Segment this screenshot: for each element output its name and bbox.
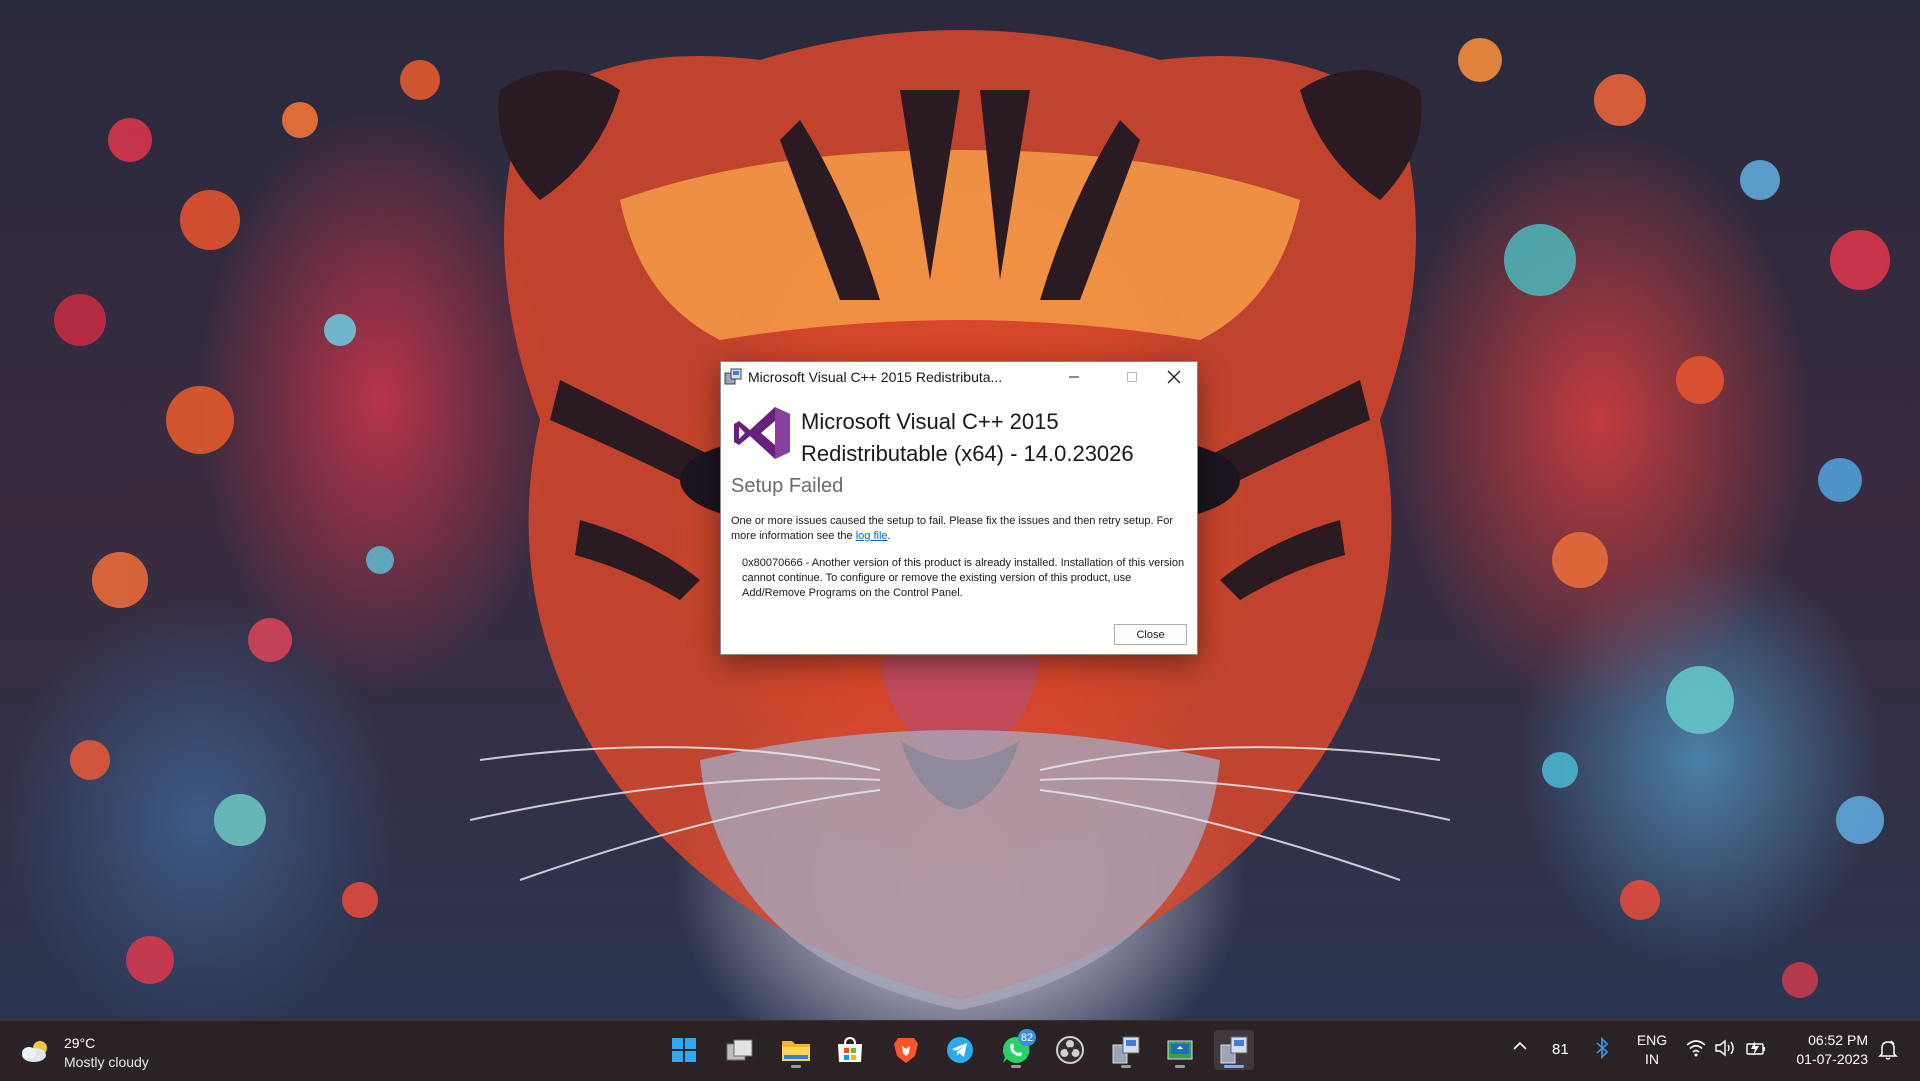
setup-failed-dialog: Microsoft Visual C++ 2015 Redistributa..… [720, 361, 1198, 655]
windows-logo-icon [672, 1038, 696, 1062]
brave-icon [894, 1038, 918, 1063]
running-indicator [1011, 1065, 1021, 1068]
system-clock[interactable]: 06:52 PM 01-07-2023 [1780, 1031, 1868, 1069]
start-button[interactable] [664, 1030, 704, 1070]
task-view-icon [726, 1039, 753, 1061]
close-button[interactable]: Close [1114, 624, 1187, 645]
obs-icon [1056, 1036, 1084, 1064]
minimize-icon [1069, 376, 1079, 378]
chevron-up-icon[interactable] [1512, 1038, 1528, 1054]
maximize-icon [1127, 372, 1137, 382]
running-indicator [1175, 1065, 1185, 1068]
brave-browser-button[interactable] [886, 1030, 926, 1070]
store-icon [838, 1036, 862, 1062]
volume-icon[interactable] [1714, 1039, 1736, 1057]
installer-icon [1220, 1036, 1248, 1064]
telegram-button[interactable] [940, 1030, 980, 1070]
log-file-link[interactable]: log file [856, 530, 888, 542]
language-indicator[interactable]: ENG IN [1636, 1031, 1668, 1069]
failure-info-text: One or more issues caused the setup to f… [731, 514, 1191, 544]
weather-condition: Mostly cloudy [64, 1054, 149, 1070]
failure-info-message: One or more issues caused the setup to f… [731, 515, 1174, 542]
running-indicator [791, 1065, 801, 1068]
bluetooth-icon[interactable] [1594, 1037, 1610, 1059]
clock-time: 06:52 PM [1808, 1032, 1868, 1048]
task-view-button[interactable] [720, 1030, 760, 1070]
weather-temperature: 29°C [64, 1035, 96, 1051]
installer-app-icon [724, 368, 742, 385]
failure-info-suffix: . [887, 530, 891, 542]
language-region: IN [1645, 1051, 1659, 1067]
folder-icon [782, 1041, 810, 1061]
battery-charging-icon[interactable] [1745, 1038, 1767, 1058]
installer-icon [1167, 1040, 1193, 1060]
close-icon [1167, 370, 1181, 384]
minimize-button[interactable] [1050, 362, 1098, 392]
titlebar-close-button[interactable] [1150, 362, 1198, 392]
installer-button-2[interactable] [1160, 1030, 1200, 1070]
installer-button-3[interactable] [1214, 1030, 1254, 1070]
file-explorer-button[interactable] [776, 1030, 816, 1070]
dialog-titlebar[interactable]: Microsoft Visual C++ 2015 Redistributa..… [721, 362, 1197, 392]
microsoft-store-button[interactable] [830, 1030, 870, 1070]
clock-date: 01-07-2023 [1796, 1051, 1868, 1067]
installer-button-1[interactable] [1106, 1030, 1146, 1070]
weather-widget[interactable]: 29°C Mostly cloudy [20, 1031, 170, 1071]
dialog-title: Microsoft Visual C++ 2015 Redistributa..… [748, 369, 1003, 385]
installer-icon [1112, 1036, 1140, 1064]
whatsapp-button[interactable]: 82 [996, 1029, 1036, 1070]
telegram-icon [947, 1037, 973, 1063]
setup-status-heading: Setup Failed [731, 475, 844, 497]
maximize-button [1108, 362, 1156, 392]
taskbar: 29°C Mostly cloudy 82 81 ENG IN 06:52 PM… [0, 1020, 1920, 1081]
tray-hidden-count[interactable]: 81 [1552, 1041, 1569, 1058]
wifi-icon[interactable] [1686, 1039, 1706, 1057]
product-name: Microsoft Visual C++ 2015 Redistributabl… [801, 409, 1134, 466]
visual-studio-logo-icon [734, 407, 790, 459]
language-code: ENG [1636, 1032, 1668, 1048]
active-indicator [1224, 1065, 1244, 1068]
error-details: 0x80070666 - Another version of this pro… [742, 557, 1185, 599]
obs-studio-button[interactable] [1050, 1030, 1090, 1070]
running-indicator [1121, 1065, 1131, 1068]
notification-bell-icon[interactable] [1878, 1039, 1898, 1061]
partly-cloudy-icon [22, 1041, 47, 1062]
notification-badge: 82 [1018, 1029, 1036, 1046]
